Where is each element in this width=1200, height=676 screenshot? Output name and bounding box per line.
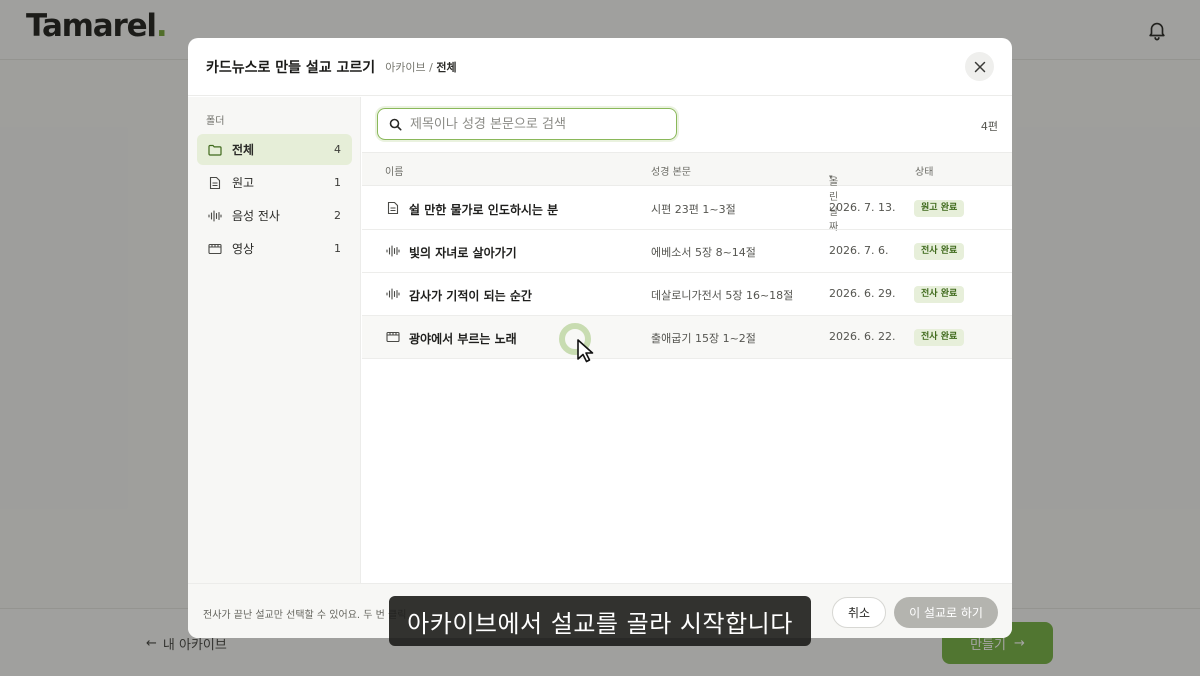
sidebar-item-count: 1 bbox=[334, 176, 341, 189]
table-row[interactable]: 빛의 자녀로 살아가기 에베소서 5장 8~14절 2026. 7. 6. 전사… bbox=[362, 230, 1012, 273]
video-icon bbox=[386, 331, 400, 343]
sermon-passage: 출애굽기 15장 1~2절 bbox=[651, 332, 756, 345]
select-sermon-modal: 카드뉴스로 만들 설교 고르기 아카이브 / 전체 폴더 전체 4 원고 1 음… bbox=[188, 38, 1012, 638]
status-badge: 전사 완료 bbox=[914, 243, 965, 260]
sermon-date: 2026. 6. 22. bbox=[829, 330, 896, 343]
status-badge: 전사 완료 bbox=[914, 329, 965, 346]
modal-title: 카드뉴스로 만들 설교 고르기 bbox=[206, 59, 376, 76]
sidebar-item-count: 2 bbox=[334, 209, 341, 222]
sidebar-item-manuscript[interactable]: 원고 1 bbox=[197, 167, 352, 198]
status-badge: 원고 완료 bbox=[914, 200, 965, 217]
document-icon bbox=[208, 176, 222, 190]
sermon-date: 2026. 6. 29. bbox=[829, 287, 896, 300]
search-input[interactable] bbox=[410, 116, 660, 132]
confirm-sermon-button[interactable]: 이 설교로 하기 bbox=[894, 597, 998, 628]
table-row[interactable]: 광야에서 부르는 노래 출애굽기 15장 1~2절 2026. 6. 22. 전… bbox=[362, 316, 1012, 359]
sermon-passage: 데살로니가전서 5장 16~18절 bbox=[651, 289, 794, 302]
sidebar-item-label: 전체 bbox=[232, 143, 255, 157]
video-icon bbox=[208, 242, 222, 256]
sermon-title: 광야에서 부르는 노래 bbox=[409, 332, 517, 346]
sermon-passage: 시편 23편 1~3절 bbox=[651, 203, 736, 216]
folder-sidebar: 폴더 전체 4 원고 1 음성 전사 2 영상 1 bbox=[188, 97, 361, 583]
audio-waveform-icon bbox=[208, 209, 222, 223]
column-header-name[interactable]: 이름 bbox=[385, 163, 403, 178]
modal-header: 카드뉴스로 만들 설교 고르기 아카이브 / 전체 bbox=[188, 38, 1012, 96]
table-header: 이름 성경 본문 올린 날짜 ▾ 상태 bbox=[362, 152, 1012, 233]
breadcrumb-current: 전체 bbox=[436, 60, 457, 74]
sermon-title: 쉴 만한 물가로 인도하시는 분 bbox=[409, 203, 559, 217]
folder-icon bbox=[208, 143, 222, 157]
sermon-list-panel: 4편 이름 성경 본문 올린 날짜 ▾ 상태 쉴 만한 물가로 인도하시는 분 … bbox=[362, 97, 1012, 583]
breadcrumb: 아카이브 / 전체 bbox=[385, 59, 456, 75]
sermon-title: 감사가 기적이 되는 순간 bbox=[409, 289, 532, 303]
sermon-date: 2026. 7. 13. bbox=[829, 201, 896, 214]
footer-note: 전사가 끝난 설교만 선택할 수 있어요. 두 번 클릭 bbox=[203, 610, 407, 621]
sidebar-item-label: 원고 bbox=[232, 176, 255, 190]
sidebar-item-count: 1 bbox=[334, 242, 341, 255]
close-button[interactable] bbox=[965, 52, 994, 81]
audio-waveform-icon bbox=[386, 288, 400, 300]
video-caption: 아카이브에서 설교를 골라 시작합니다 bbox=[389, 596, 811, 646]
status-badge: 전사 완료 bbox=[914, 286, 965, 303]
search-icon bbox=[389, 118, 402, 130]
sermon-date: 2026. 7. 6. bbox=[829, 244, 889, 257]
sidebar-item-transcript[interactable]: 음성 전사 2 bbox=[197, 200, 352, 231]
sermon-title: 빛의 자녀로 살아가기 bbox=[409, 246, 517, 260]
cancel-button[interactable]: 취소 bbox=[832, 597, 886, 628]
sidebar-item-all[interactable]: 전체 4 bbox=[197, 134, 352, 165]
sidebar-item-label: 음성 전사 bbox=[232, 209, 280, 223]
search-box[interactable] bbox=[377, 108, 677, 140]
sidebar-item-label: 영상 bbox=[232, 242, 255, 256]
mouse-cursor-icon bbox=[577, 339, 594, 363]
document-icon bbox=[387, 201, 399, 215]
sidebar-title: 폴더 bbox=[206, 116, 225, 127]
column-header-status[interactable]: 상태 bbox=[915, 163, 933, 178]
sidebar-item-video[interactable]: 영상 1 bbox=[197, 233, 352, 264]
sidebar-item-count: 4 bbox=[334, 143, 341, 156]
table-row[interactable]: 감사가 기적이 되는 순간 데살로니가전서 5장 16~18절 2026. 6.… bbox=[362, 273, 1012, 316]
sermon-passage: 에베소서 5장 8~14절 bbox=[651, 246, 756, 259]
result-count: 4편 bbox=[980, 120, 998, 133]
table-row[interactable]: 쉴 만한 물가로 인도하시는 분 시편 23편 1~3절 2026. 7. 13… bbox=[362, 187, 1012, 230]
sort-desc-icon: ▾ bbox=[829, 173, 833, 181]
breadcrumb-root[interactable]: 아카이브 / bbox=[385, 61, 436, 74]
column-header-passage[interactable]: 성경 본문 bbox=[651, 163, 691, 178]
close-icon bbox=[974, 61, 985, 72]
audio-waveform-icon bbox=[386, 245, 400, 257]
